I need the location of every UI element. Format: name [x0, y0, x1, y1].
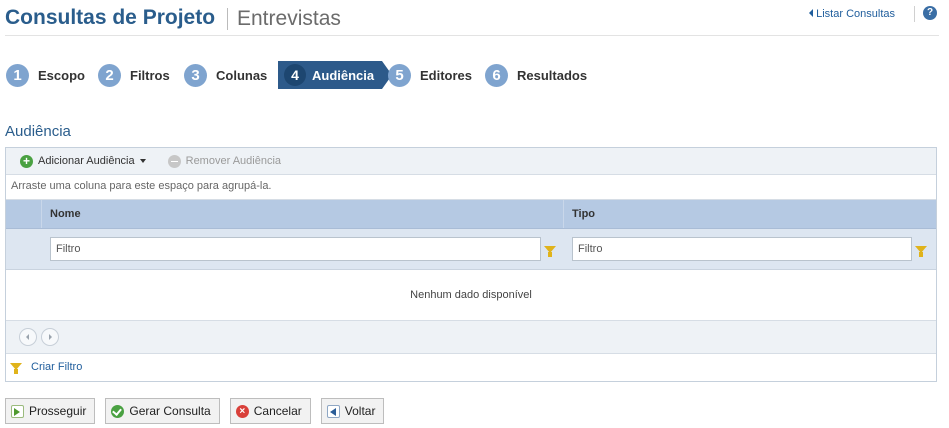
step-label: Colunas — [216, 67, 268, 83]
back-button[interactable]: Voltar — [320, 398, 385, 424]
create-filter-label: Criar Filtro — [31, 360, 83, 373]
remove-audience-label: Remover Audiência — [185, 155, 282, 167]
type-filter-input[interactable]: Filtro — [572, 237, 912, 261]
audience-grid: + Adicionar Audiência Remover Audiência … — [5, 147, 937, 382]
next-page-icon[interactable] — [41, 328, 59, 346]
empty-message: Nenhum dado disponível — [6, 270, 936, 321]
add-audience-label: Adicionar Audiência — [38, 155, 135, 167]
arrow-right-icon — [11, 404, 24, 418]
filter-icon — [10, 363, 22, 374]
step-label: Escopo — [38, 67, 85, 83]
list-queries-link[interactable]: Listar Consultas — [809, 8, 895, 20]
step-filters[interactable]: 2 Filtros — [98, 61, 170, 89]
step-number: 6 — [485, 63, 508, 87]
previous-page-icon[interactable] — [19, 328, 37, 346]
remove-audience-button[interactable]: Remover Audiência — [167, 154, 282, 168]
section-title: Audiência — [5, 123, 71, 140]
group-drop-area[interactable]: Arraste uma coluna para este espaço para… — [6, 175, 936, 200]
proceed-label: Prosseguir — [29, 404, 87, 418]
step-results[interactable]: 6 Resultados — [485, 61, 587, 89]
close-icon: × — [235, 404, 249, 418]
help-icon[interactable]: ? — [923, 6, 937, 20]
filter-cell-name: Filtro — [42, 229, 564, 269]
proceed-button[interactable]: Prosseguir — [5, 398, 96, 424]
step-columns[interactable]: 3 Colunas — [184, 61, 267, 89]
page-subtitle: Entrevistas — [237, 7, 341, 30]
generate-query-label: Gerar Consulta — [129, 404, 211, 418]
step-label: Filtros — [130, 67, 170, 83]
step-audience[interactable]: 4 Audiência — [278, 61, 393, 89]
page-title: Consultas de Projeto — [5, 6, 216, 29]
filter-row: Filtro Filtro — [6, 229, 936, 270]
step-number: 3 — [184, 63, 207, 87]
grid-pager — [6, 321, 936, 354]
filter-cell-type: Filtro — [564, 229, 936, 269]
cancel-button[interactable]: × Cancelar — [229, 398, 311, 424]
title-divider — [227, 8, 228, 30]
step-label: Resultados — [517, 67, 588, 83]
column-header-row: Nome Tipo — [6, 200, 936, 229]
name-filter-input[interactable]: Filtro — [50, 237, 541, 261]
filter-row-spacer — [6, 229, 42, 269]
chevron-down-icon — [139, 159, 146, 163]
step-label: Audiência — [312, 67, 375, 83]
step-scope[interactable]: 1 Escopo — [6, 61, 85, 89]
plus-icon: + — [20, 154, 33, 168]
step-number: 4 — [284, 64, 306, 86]
list-queries-label: Listar Consultas — [816, 8, 895, 20]
arrow-left-icon — [809, 9, 814, 17]
add-audience-button[interactable]: + Adicionar Audiência — [20, 154, 146, 168]
check-icon — [111, 404, 125, 418]
step-number: 1 — [6, 63, 29, 87]
minus-icon — [167, 154, 181, 168]
select-column-header[interactable] — [6, 200, 42, 228]
generate-query-button[interactable]: Gerar Consulta — [105, 398, 220, 424]
step-label: Editores — [420, 67, 473, 83]
step-number: 2 — [98, 63, 121, 87]
page-header: Consultas de Projeto Entrevistas Listar … — [5, 6, 939, 36]
header-divider — [914, 6, 915, 22]
cancel-label: Cancelar — [253, 404, 302, 418]
column-header-type[interactable]: Tipo — [564, 200, 936, 228]
arrow-left-icon — [326, 404, 340, 418]
wizard-steps: 1 Escopo 2 Filtros 3 Colunas 4 Audiência… — [6, 61, 626, 89]
grid-toolbar: + Adicionar Audiência Remover Audiência — [6, 148, 936, 175]
back-label: Voltar — [344, 404, 376, 418]
create-filter-link[interactable]: Criar Filtro — [6, 354, 936, 379]
step-number: 5 — [388, 63, 411, 87]
action-bar: Prosseguir Gerar Consulta × Cancelar Vol… — [5, 398, 394, 424]
column-header-name[interactable]: Nome — [42, 200, 564, 228]
step-editors[interactable]: 5 Editores — [388, 61, 472, 89]
filter-icon[interactable] — [915, 245, 927, 257]
filter-icon[interactable] — [544, 245, 556, 257]
